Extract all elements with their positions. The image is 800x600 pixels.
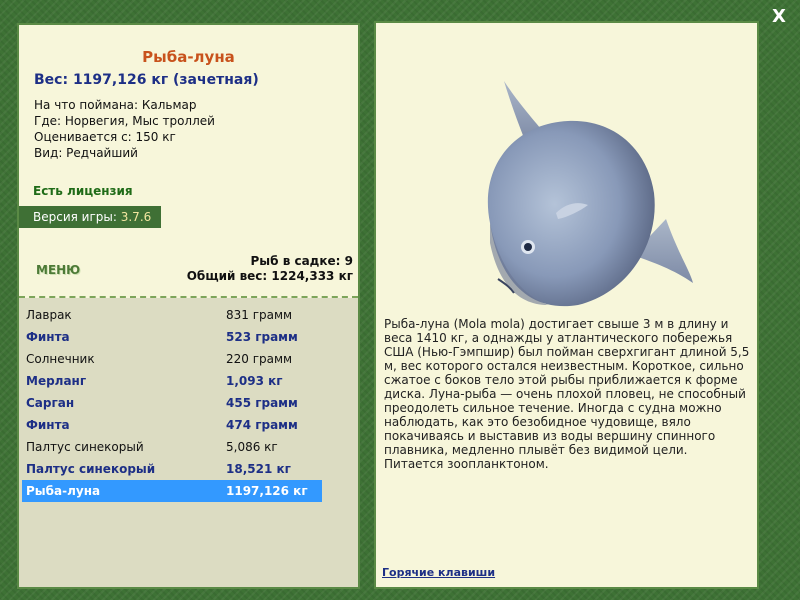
catch-weight: 220 грамм: [226, 352, 293, 366]
cage-total-weight: Общий вес: 1224,333 кг: [186, 269, 353, 283]
fish-weight: Вес: 1197,126 кг (зачетная): [34, 72, 259, 88]
valued-info: Оценивается с: 150 кг: [34, 130, 176, 144]
fish-description: Рыба-луна (Mola mola) достигает свыше 3 …: [384, 317, 750, 471]
catch-weight: 1,093 кг: [226, 374, 283, 388]
catch-name: Сарган: [26, 396, 75, 410]
license-status: Есть лицензия: [33, 184, 133, 198]
catch-row[interactable]: Палтус синекорый 18,521 кг: [22, 458, 322, 480]
catch-weight: 1197,126 кг: [226, 484, 308, 498]
cage-count: Рыб в садке: 9: [250, 254, 354, 268]
catch-weight: 455 грамм: [226, 396, 298, 410]
fish-title: Рыба-луна: [142, 48, 235, 66]
hotkeys-link[interactable]: Горячие клавиши: [382, 566, 495, 579]
catch-name: Палтус синекорый: [26, 462, 156, 476]
catch-row[interactable]: Лаврак 831 грамм: [22, 304, 322, 326]
catch-name: Лаврак: [26, 308, 72, 322]
catch-row[interactable]: Солнечник 220 грамм: [22, 348, 322, 370]
catch-row[interactable]: Мерланг 1,093 кг: [22, 370, 322, 392]
catch-row[interactable]: Палтус синекорый 5,086 кг: [22, 436, 322, 458]
catch-weight: 523 грамм: [226, 330, 298, 344]
fish-detail-panel: Рыба-луна (Mola mola) достигает свыше 3 …: [374, 21, 759, 589]
catch-name: Финта: [26, 330, 70, 344]
catch-row-selected[interactable]: Рыба-луна 1197,126 кг: [22, 480, 322, 502]
catch-name: Палтус синекорый: [26, 440, 144, 454]
catch-list: Лаврак 831 грамм Финта 523 грамм Солнечн…: [19, 298, 358, 587]
catch-row[interactable]: Сарган 455 грамм: [22, 392, 322, 414]
catch-weight: 831 грамм: [226, 308, 293, 322]
catch-row[interactable]: Финта 523 грамм: [22, 326, 322, 348]
version-label: Версия игры:: [33, 210, 117, 224]
catch-name: Мерланг: [26, 374, 87, 388]
catch-name: Солнечник: [26, 352, 95, 366]
version-bar: Версия игры: 3.7.6: [19, 206, 161, 228]
catch-weight: 18,521 кг: [226, 462, 291, 476]
cage-summary: Рыб в садке: 9 Общий вес: 1224,333 кг: [187, 254, 353, 284]
sunfish-image: [487, 81, 693, 307]
catch-weight: 5,086 кг: [226, 440, 278, 454]
catch-name: Рыба-луна: [26, 484, 101, 498]
close-icon[interactable]: X: [772, 6, 786, 27]
fish-info-panel: Рыба-луна Вес: 1197,126 кг (зачетная) На…: [17, 23, 360, 589]
location-info: Где: Норвегия, Мыс троллей: [34, 114, 215, 128]
kind-info: Вид: Редчайший: [34, 146, 138, 160]
bait-info: На что поймана: Кальмар: [34, 98, 197, 112]
menu-button[interactable]: МЕНЮ: [36, 263, 80, 277]
catch-name: Финта: [26, 418, 70, 432]
catch-weight: 474 грамм: [226, 418, 298, 432]
catch-row[interactable]: Финта 474 грамм: [22, 414, 322, 436]
version-number: 3.7.6: [120, 210, 152, 224]
